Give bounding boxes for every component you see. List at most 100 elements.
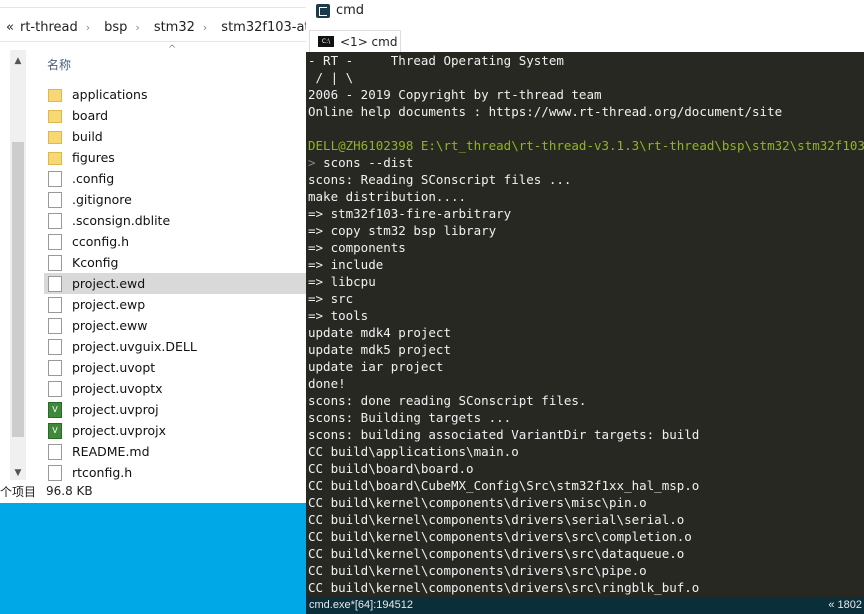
terminal-line: CC build\kernel\components\drivers\misc\…: [308, 494, 864, 511]
terminal-line-text: CC build\applications\main.o: [308, 444, 519, 459]
breadcrumb-item[interactable]: bsp: [104, 20, 127, 35]
file-icon: [48, 275, 62, 292]
file-icon: [48, 359, 62, 376]
file-list: applications board build figures .config .git…: [44, 84, 306, 483]
nav-pane-scrollbar[interactable]: ▲ ▼: [10, 50, 26, 480]
file-item[interactable]: .gitignore: [44, 189, 306, 210]
file-item[interactable]: figures: [44, 147, 306, 168]
column-header-name[interactable]: 名称: [47, 56, 71, 73]
scroll-up-icon[interactable]: ▲: [10, 56, 26, 66]
terminal-line-text: CC build\kernel\components\drivers\src\p…: [308, 563, 647, 578]
tab-cmd[interactable]: C:\ <1> cmd: [309, 30, 401, 52]
terminal-line: CC build\board\CubeMX_Config\Src\stm32f1…: [308, 477, 864, 494]
terminal-line: done!: [308, 375, 864, 392]
file-icon: [48, 443, 62, 460]
terminal-line-text: scons --dist: [323, 155, 414, 170]
file-item[interactable]: project.ewd: [44, 273, 306, 294]
file-item[interactable]: project.ewp: [44, 294, 306, 315]
terminal-line-text: => src: [308, 291, 354, 306]
chevron-right-icon: ›: [85, 21, 91, 34]
terminal-line-text: / | \: [308, 70, 354, 85]
terminal-line-text: Online help documents : https://www.rt-t…: [308, 104, 783, 119]
terminal-line-text: scons: Building targets ...: [308, 410, 512, 425]
file-name: project.uvoptx: [72, 381, 163, 396]
breadcrumb-item[interactable]: rt-thread: [20, 20, 78, 35]
folder-icon: [48, 110, 62, 123]
breadcrumb-item[interactable]: stm32: [154, 20, 195, 35]
terminal-status-bar: cmd.exe*[64]:194512 « 1802: [306, 597, 864, 614]
keil-project-icon: V: [48, 401, 62, 418]
folder-icon: [48, 89, 62, 102]
terminal-line: => components: [308, 239, 864, 256]
file-icon: [48, 338, 62, 355]
terminal-line: => tools: [308, 307, 864, 324]
file-item[interactable]: project.uvguix.DELL: [44, 336, 306, 357]
terminal-line: scons: building associated VariantDir ta…: [308, 426, 864, 443]
terminal-line-text: CC build\kernel\components\drivers\seria…: [308, 512, 685, 527]
terminal-line: DELL@ZH6102398 E:\rt_thread\rt-thread-v3…: [308, 137, 864, 154]
file-name: build: [72, 129, 103, 144]
file-icon: [48, 212, 62, 229]
breadcrumb-overflow[interactable]: «: [6, 20, 14, 35]
terminal-line: => src: [308, 290, 864, 307]
terminal-line: CC build\kernel\components\drivers\src\r…: [308, 579, 864, 596]
file-item[interactable]: .sconsign.dblite: [44, 210, 306, 231]
file-item[interactable]: README.md: [44, 441, 306, 462]
terminal-line-text: CC build\board\board.o: [308, 461, 474, 476]
file-icon: [48, 191, 62, 208]
terminal-line: - RT - Thread Operating System: [308, 52, 864, 69]
file-item[interactable]: .config: [44, 168, 306, 189]
file-item[interactable]: Vproject.uvproj: [44, 399, 306, 420]
file-name: rtconfig.h: [72, 465, 133, 480]
file-item[interactable]: project.uvopt: [44, 357, 306, 378]
file-name: .gitignore: [72, 192, 132, 207]
file-icon: [48, 254, 62, 271]
chevron-right-icon: ›: [202, 21, 208, 34]
file-name: project.uvproj: [72, 402, 159, 417]
breadcrumb-item[interactable]: stm32f103-atk-nano: [221, 20, 306, 35]
terminal-line: CC build\kernel\components\drivers\seria…: [308, 511, 864, 528]
terminal-line: scons: Building targets ...: [308, 409, 864, 426]
file-item[interactable]: Kconfig: [44, 252, 306, 273]
file-icon: [48, 380, 62, 397]
terminal-line: update iar project: [308, 358, 864, 375]
file-item[interactable]: project.eww: [44, 315, 306, 336]
terminal-line: => copy stm32 bsp library: [308, 222, 864, 239]
terminal-line-text: => components: [308, 240, 406, 255]
terminal-line-text: done!: [308, 376, 346, 391]
scroll-down-icon[interactable]: ▼: [10, 468, 26, 478]
file-name: cconfig.h: [72, 234, 130, 249]
chevron-right-icon: ›: [135, 21, 140, 34]
file-name: README.md: [72, 444, 150, 459]
file-item[interactable]: build: [44, 126, 306, 147]
file-item[interactable]: Vproject.uvprojx: [44, 420, 306, 441]
terminal-line-text: => tools: [308, 308, 369, 323]
breadcrumb[interactable]: « rt-thread › bsp › stm32 › stm32f103-atk-n…: [0, 14, 306, 42]
terminal-line: > scons --dist: [308, 154, 864, 171]
terminal-output[interactable]: - RT - Thread Operating System / | \ 2006…: [306, 52, 864, 597]
terminal-line-text: - RT - Thread Operating System: [308, 53, 564, 68]
terminal-line-text: scons: Reading SConscript files ...: [308, 172, 572, 187]
scrollbar-thumb[interactable]: [12, 142, 24, 437]
file-item[interactable]: applications: [44, 84, 306, 105]
toolbar-strip: [0, 0, 306, 8]
console-icon: C:\: [318, 36, 334, 47]
file-name: figures: [72, 150, 115, 165]
terminal-line-text: => stm32f103-fire-arbitrary: [308, 206, 512, 221]
file-item[interactable]: cconfig.h: [44, 231, 306, 252]
terminal-line-text: 2006 - 2019 Copyright by rt-thread team: [308, 87, 602, 102]
terminal-line-text: update iar project: [308, 359, 444, 374]
file-item[interactable]: board: [44, 105, 306, 126]
file-item[interactable]: project.uvoptx: [44, 378, 306, 399]
file-icon: [48, 296, 62, 313]
file-icon: [48, 464, 62, 481]
terminal-line: CC build\kernel\components\drivers\src\p…: [308, 562, 864, 579]
terminal-line: make distribution....: [308, 188, 864, 205]
cmd-title-bar: cmd C:\ <1> cmd: [306, 0, 864, 52]
terminal-line-text: update mdk4 project: [308, 325, 451, 340]
file-name: .sconsign.dblite: [72, 213, 171, 228]
terminal-line-text: scons: done reading SConscript files.: [308, 393, 587, 408]
terminal-line: => include: [308, 256, 864, 273]
folder-icon: [48, 152, 62, 165]
